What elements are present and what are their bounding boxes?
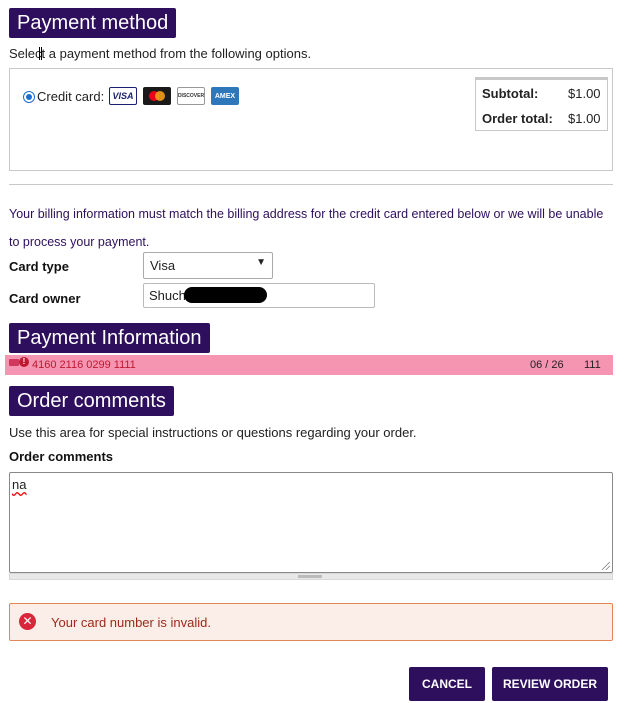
mastercard-icon (143, 87, 171, 105)
payment-information-heading: Payment Information (9, 323, 210, 353)
payment-method-heading: Payment method (9, 8, 177, 38)
payment-method-intro: Select a payment method from the followi… (9, 46, 312, 61)
amex-icon: AMEX (211, 87, 239, 105)
order-total-label: Order total: (482, 111, 553, 126)
card-type-label: Card type (9, 259, 69, 274)
credit-card-radio[interactable] (23, 91, 35, 103)
subtotal-label: Subtotal: (482, 86, 539, 101)
credit-card-label[interactable]: Credit card: (37, 89, 104, 104)
text-cursor-icon (39, 47, 42, 60)
order-totals-table: Subtotal: $1.00 Order total: $1.00 (475, 77, 608, 131)
amex-text: AMEX (214, 92, 236, 100)
visa-text: VISA (112, 91, 134, 101)
scrollbar-thumb[interactable] (298, 575, 322, 578)
divider (9, 184, 613, 185)
cancel-button[interactable]: CANCEL (409, 667, 485, 701)
credit-card-icon (9, 359, 19, 366)
error-x-icon: ✕ (19, 613, 36, 630)
visa-icon: VISA (109, 87, 137, 105)
horizontal-scrollbar[interactable] (9, 573, 613, 580)
cvv-input[interactable]: 111 (584, 359, 601, 371)
redaction-mark (184, 287, 267, 303)
error-alert: ✕ Your card number is invalid. (9, 603, 613, 641)
card-details-field[interactable]: ! 4160 2116 0299 1111 06 / 26 111 (5, 355, 613, 375)
subtotal-row: Subtotal: (482, 86, 538, 101)
card-type-value: Visa (150, 258, 176, 273)
error-message: Your card number is invalid. (51, 615, 211, 630)
review-order-button[interactable]: REVIEW ORDER (492, 667, 608, 701)
payment-method-box: Credit card: VISA DISCOVER AMEX Subtotal… (9, 68, 613, 171)
card-owner-value: Shuch (149, 288, 186, 303)
chevron-down-icon: ▼ (256, 257, 266, 268)
card-number-input[interactable]: 4160 2116 0299 1111 (32, 359, 136, 371)
billing-note: Your billing information must match the … (9, 207, 604, 249)
card-owner-label: Card owner (9, 291, 81, 306)
order-total-row: Order total: (482, 111, 553, 126)
order-total-value: $1.00 (568, 111, 601, 126)
subtotal-value: $1.00 (568, 86, 601, 101)
order-comments-label: Order comments (9, 449, 114, 464)
card-type-select[interactable]: Visa ▼ (143, 252, 273, 279)
order-comments-value: na (12, 477, 27, 492)
discover-icon: DISCOVER (177, 87, 205, 105)
order-comments-heading: Order comments (9, 386, 174, 416)
order-comments-intro: Use this area for special instructions o… (9, 425, 417, 440)
resize-handle-icon[interactable] (602, 562, 610, 570)
expiry-input[interactable]: 06 / 26 (530, 359, 564, 371)
error-icon: ! (19, 357, 29, 367)
order-comments-textarea[interactable]: na (9, 472, 613, 573)
discover-text: DISCOVER (177, 93, 205, 99)
